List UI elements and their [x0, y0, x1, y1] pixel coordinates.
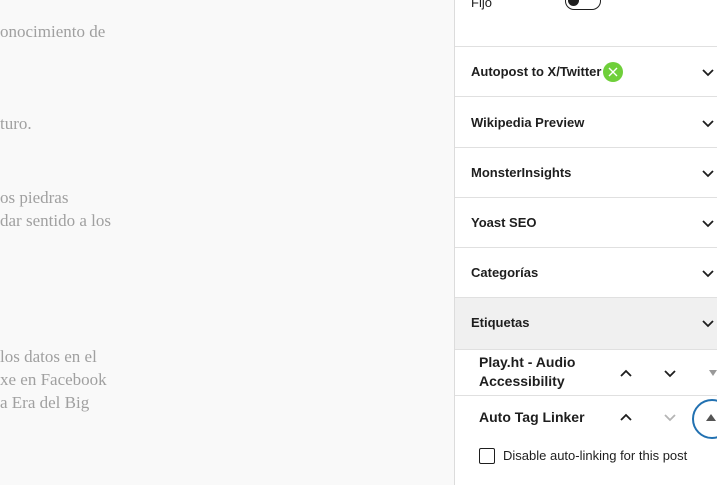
panel-title: Autopost to X/Twitter: [471, 64, 602, 79]
move-down-button[interactable]: [658, 361, 682, 385]
metabox-title-line1: Play.ht - Audio: [479, 354, 576, 370]
disable-autolink-label[interactable]: Disable auto-linking for this post: [503, 448, 687, 463]
sticky-toggle[interactable]: [565, 0, 601, 10]
metabox-title: Auto Tag Linker: [479, 409, 585, 425]
toggle-knob: [568, 0, 579, 6]
metabox-playht-audio: Play.ht - Audio Accessibility: [455, 350, 717, 396]
panel-wikipedia-preview[interactable]: Wikipedia Preview: [455, 98, 717, 148]
move-up-button[interactable]: [614, 405, 638, 429]
panel-title: Yoast SEO: [471, 215, 537, 230]
panel-etiquetas[interactable]: Etiquetas: [455, 298, 717, 350]
chevron-up-icon: [620, 369, 632, 377]
chevron-down-icon: [702, 270, 714, 278]
panel-monsterinsights[interactable]: MonsterInsights: [455, 148, 717, 198]
chevron-down-icon: [702, 170, 714, 178]
sticky-row: Fijo: [455, 0, 717, 47]
editor-text-line[interactable]: dar sentido a los: [0, 211, 111, 231]
toggle-panel-icon[interactable]: [709, 370, 717, 376]
chevron-down-icon: [702, 120, 714, 128]
panel-title: Categorías: [471, 265, 539, 280]
chevron-down-icon: [702, 220, 714, 228]
panel-title: MonsterInsights: [471, 165, 572, 180]
panel-title: Etiquetas: [471, 315, 530, 330]
chevron-down-icon: [664, 414, 676, 422]
chevron-up-icon: [620, 413, 632, 421]
editor-text-line[interactable]: onocimiento de: [0, 22, 105, 42]
move-up-button[interactable]: [614, 361, 638, 385]
post-editor-canvas[interactable]: onocimiento de turo. os piedras dar sent…: [0, 0, 454, 485]
editor-text-line[interactable]: turo.: [0, 114, 32, 134]
chevron-down-icon: [702, 320, 714, 328]
metabox-auto-tag-linker: Auto Tag Linker: [455, 396, 717, 485]
chevron-down-icon: [702, 69, 714, 77]
chevron-down-icon: [664, 370, 676, 378]
editor-text-line[interactable]: los datos en el: [0, 347, 97, 367]
panel-yoast-seo[interactable]: Yoast SEO: [455, 198, 717, 248]
toggle-panel-button[interactable]: [692, 399, 717, 439]
x-twitter-icon: [603, 62, 623, 82]
panel-autopost-x-twitter[interactable]: Autopost to X/Twitter: [455, 47, 717, 97]
caret-up-icon: [706, 414, 716, 421]
settings-sidebar: Fijo Autopost to X/Twitter Wikipedia Pre…: [454, 0, 717, 485]
editor-text-line[interactable]: xe en Facebook: [0, 370, 107, 390]
move-down-button[interactable]: [658, 405, 682, 429]
metabox-title-line2: Accessibility: [479, 373, 565, 389]
editor-text-line[interactable]: a Era del Big: [0, 393, 89, 413]
panel-categorias[interactable]: Categorías: [455, 248, 717, 298]
panel-title: Wikipedia Preview: [471, 115, 585, 130]
disable-autolink-checkbox[interactable]: [479, 448, 495, 464]
editor-text-line[interactable]: os piedras: [0, 188, 68, 208]
sticky-label: Fijo: [471, 0, 492, 10]
